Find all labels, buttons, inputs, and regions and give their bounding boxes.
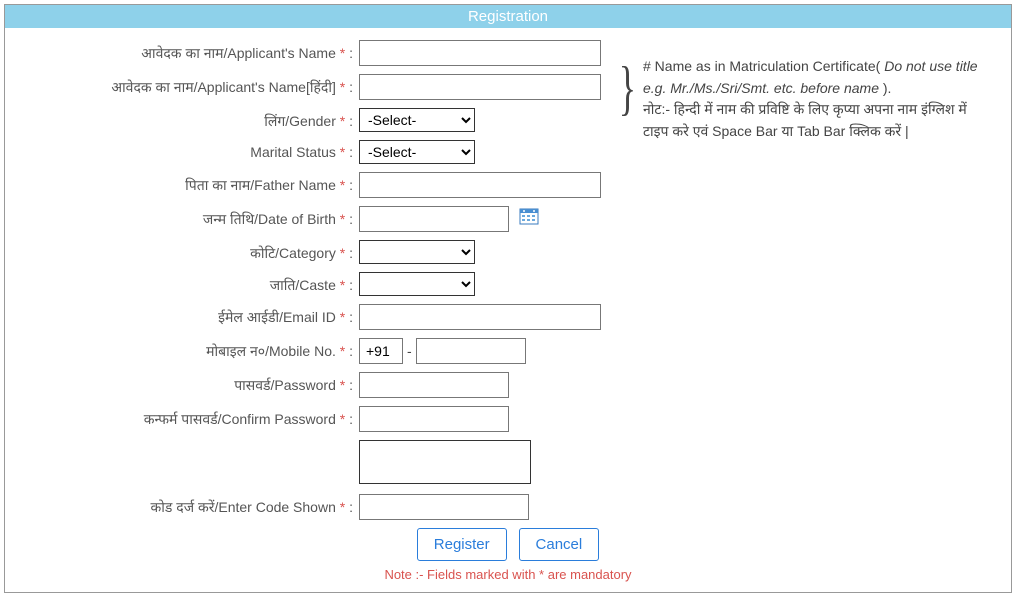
email-input[interactable]	[359, 304, 601, 330]
calendar-icon[interactable]	[519, 206, 539, 226]
label-email: ईमेल आईडी/Email ID * :	[19, 304, 359, 327]
registration-container: Registration } # Name as in Matriculatio…	[4, 4, 1012, 593]
label-mobile: मोबाइल न०/Mobile No. * :	[19, 338, 359, 361]
mandatory-note: Note :- Fields marked with * are mandato…	[19, 567, 997, 582]
label-confirm-password: कन्फर्म पासवर्ड/Confirm Password * :	[19, 406, 359, 429]
caste-select[interactable]	[359, 272, 475, 296]
button-row: Register Cancel	[19, 528, 997, 561]
confirm-password-input[interactable]	[359, 406, 509, 432]
applicant-name-input[interactable]	[359, 40, 601, 66]
row-password: पासवर्ड/Password * :	[19, 372, 997, 398]
brace-glyph: }	[619, 58, 636, 118]
form-body: } # Name as in Matriculation Certificate…	[5, 28, 1011, 592]
label-password: पासवर्ड/Password * :	[19, 372, 359, 395]
label-applicant-name-hindi: आवेदक का नाम/Applicant's Name[हिंदी] * :	[19, 74, 359, 97]
row-category: कोटि/Category * :	[19, 240, 997, 264]
captcha-image	[359, 440, 531, 484]
hint-text: # Name as in Matriculation Certificate( …	[643, 56, 995, 143]
mobile-input[interactable]	[416, 338, 526, 364]
row-dob: जन्म तिथि/Date of Birth * :	[19, 206, 997, 232]
hint-line1-prefix: # Name as in Matriculation Certificate(	[643, 58, 884, 74]
hint-line2: नोट:- हिन्दी में नाम की प्रविष्टि के लिए…	[643, 101, 967, 139]
row-mobile: मोबाइल न०/Mobile No. * : -	[19, 338, 997, 364]
cancel-button[interactable]: Cancel	[519, 528, 600, 561]
row-email: ईमेल आईडी/Email ID * :	[19, 304, 997, 330]
gender-select[interactable]: -Select-	[359, 108, 475, 132]
row-marital: Marital Status * : -Select-	[19, 140, 997, 164]
registration-header: Registration	[5, 5, 1011, 28]
label-captcha-empty	[19, 440, 359, 444]
label-father-name: पिता का नाम/Father Name * :	[19, 172, 359, 195]
row-enter-code: कोड दर्ज करें/Enter Code Shown * :	[19, 494, 997, 520]
marital-select[interactable]: -Select-	[359, 140, 475, 164]
mobile-dash: -	[407, 343, 412, 359]
label-marital: Marital Status * :	[19, 140, 359, 160]
father-name-input[interactable]	[359, 172, 601, 198]
row-caste: जाति/Caste * :	[19, 272, 997, 296]
category-select[interactable]	[359, 240, 475, 264]
label-enter-code: कोड दर्ज करें/Enter Code Shown * :	[19, 494, 359, 517]
label-dob: जन्म तिथि/Date of Birth * :	[19, 206, 359, 229]
label-category: कोटि/Category * :	[19, 240, 359, 263]
label-applicant-name: आवेदक का नाम/Applicant's Name * :	[19, 40, 359, 63]
register-button[interactable]: Register	[417, 528, 507, 561]
header-title: Registration	[468, 8, 548, 25]
enter-code-input[interactable]	[359, 494, 529, 520]
row-captcha-image	[19, 440, 997, 484]
row-confirm-password: कन्फर्म पासवर्ड/Confirm Password * :	[19, 406, 997, 432]
mobile-prefix-input[interactable]	[359, 338, 403, 364]
label-gender: लिंग/Gender * :	[19, 108, 359, 131]
row-father-name: पिता का नाम/Father Name * :	[19, 172, 997, 198]
applicant-name-hindi-input[interactable]	[359, 74, 601, 100]
label-caste: जाति/Caste * :	[19, 272, 359, 295]
hint-line1-suffix: ).	[879, 80, 891, 96]
password-input[interactable]	[359, 372, 509, 398]
dob-input[interactable]	[359, 206, 509, 232]
